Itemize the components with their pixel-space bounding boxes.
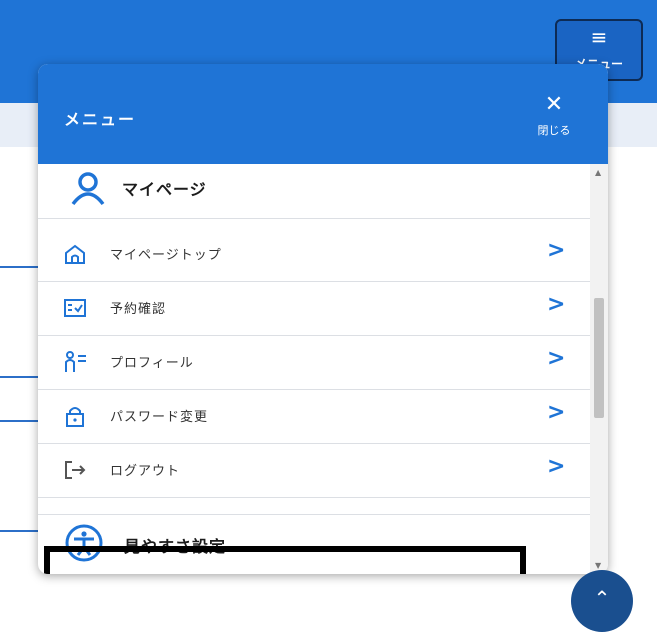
- menu-item-logout[interactable]: ログアウト >: [38, 444, 590, 498]
- chevron-up-icon: ⌃: [593, 586, 611, 610]
- menu-item-mypage-top[interactable]: マイページトップ >: [38, 228, 590, 282]
- close-button[interactable]: ✕ 閉じる: [528, 94, 580, 138]
- menu-item-profile[interactable]: プロフィール >: [38, 336, 590, 390]
- chevron-right-icon: >: [547, 400, 566, 425]
- background-divider: [0, 530, 40, 532]
- logout-highlight-box: [44, 546, 526, 574]
- profile-icon: [62, 350, 88, 374]
- logout-icon: [62, 458, 88, 482]
- menu-item-change-password[interactable]: パスワード変更 >: [38, 390, 590, 444]
- menu-item-label: ログアウト: [110, 464, 181, 479]
- scroll-thumb[interactable]: [594, 298, 604, 418]
- menu-panel-header: メニュー ✕ 閉じる: [38, 64, 608, 164]
- menu-panel: メニュー ✕ 閉じる マイページ マイページトップ > 予約確認 > プロフィー…: [38, 64, 608, 574]
- background-divider: [0, 420, 40, 422]
- hamburger-icon: ≡: [590, 25, 608, 49]
- reservation-check-icon: [62, 296, 88, 320]
- close-label: 閉じる: [537, 124, 571, 137]
- section-mypage: マイページ: [38, 164, 590, 219]
- menu-item-label: マイページトップ: [110, 248, 222, 263]
- scroll-up-arrow-icon[interactable]: ▲: [595, 168, 601, 177]
- scrollbar[interactable]: ▲ ▼: [590, 164, 608, 574]
- close-icon: ✕: [544, 92, 564, 117]
- menu-item-reservation-check[interactable]: 予約確認 >: [38, 282, 590, 336]
- chevron-right-icon: >: [547, 238, 566, 263]
- chevron-right-icon: >: [547, 454, 566, 479]
- menu-item-label: パスワード変更: [110, 410, 209, 425]
- user-icon: [68, 170, 108, 214]
- home-icon: [62, 242, 88, 266]
- background-divider: [0, 376, 40, 378]
- chevron-right-icon: >: [547, 292, 566, 317]
- section-title: マイページ: [122, 180, 207, 199]
- scroll-down-arrow-icon[interactable]: ▼: [595, 561, 601, 570]
- menu-item-label: 予約確認: [110, 302, 167, 317]
- chevron-right-icon: >: [547, 346, 566, 371]
- lock-icon: [62, 404, 88, 428]
- menu-item-label: プロフィール: [110, 356, 194, 371]
- background-divider: [0, 266, 40, 268]
- menu-content: マイページ マイページトップ > 予約確認 > プロフィール > パスワード変更…: [38, 164, 590, 574]
- menu-title: メニュー: [64, 110, 137, 129]
